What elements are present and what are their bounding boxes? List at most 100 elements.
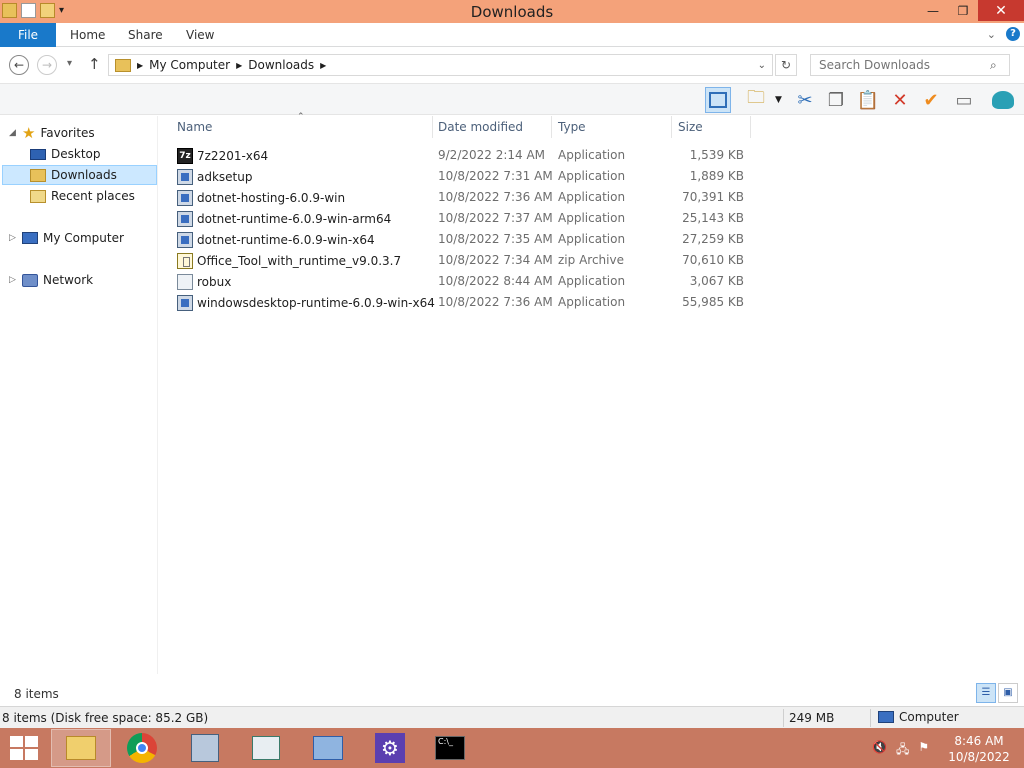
rename-button[interactable]: ✔ [918,87,944,113]
breadcrumb-chevron-icon[interactable]: ▶ [137,61,143,70]
copy-button[interactable]: ❐ [823,87,849,113]
status-divider [870,709,871,727]
large-icons-view-icon: ▣ [1003,687,1013,698]
nav-my-computer[interactable]: ▷ My Computer [9,228,124,248]
recent-locations-icon[interactable]: ▾ [67,58,72,69]
large-icons-view-button[interactable]: ▣ [998,683,1018,703]
clock-time: 8:46 AM [954,734,1004,748]
search-input[interactable] [810,54,1010,76]
refresh-button[interactable]: ↻ [775,54,797,76]
file-explorer-icon [66,736,96,760]
application-icon [177,274,193,290]
clock[interactable]: 8:46 AM 10/8/2022 [944,733,1014,765]
file-row[interactable]: windowsdesktop-runtime-6.0.9-win-x64 10/… [177,292,757,313]
column-divider[interactable] [432,116,433,138]
network-tray-icon[interactable]: 🖧 [896,740,909,761]
taskbar-document-viewer[interactable] [236,729,296,767]
nav-downloads[interactable]: Downloads [2,165,157,185]
back-button[interactable]: ← [9,55,29,75]
column-divider[interactable] [750,116,751,138]
column-header-name[interactable]: Name [177,120,212,134]
taskbar: ⚙ C:\_ 🔇 🖧 ⚑ 8:46 AM 10/8/2022 [0,728,1024,768]
file-row[interactable]: robux 10/8/2022 8:44 AM Application 3,06… [177,271,757,292]
column-divider[interactable] [551,116,552,138]
file-name: robux [197,275,232,289]
window-title: Downloads [470,3,554,21]
nav-my-computer-label: My Computer [43,231,124,245]
file-size: 1,539 KB [689,148,744,162]
folder-options-button[interactable]: 🗀 [743,87,769,113]
address-bar[interactable]: ▶ My Computer ▶ Downloads ▶ ⌄ [108,54,773,76]
file-row[interactable]: adksetup 10/8/2022 7:31 AM Application 1… [177,166,757,187]
taskbar-chrome[interactable] [112,729,172,767]
favorites-star-icon: ★ [22,124,36,142]
address-history-icon[interactable]: ⌄ [758,60,766,71]
maximize-button[interactable]: ❐ [948,0,978,21]
up-arrow-icon[interactable]: ↑ [88,55,101,73]
taskbar-command-prompt[interactable]: C:\_ [420,729,480,767]
start-button[interactable] [10,736,38,760]
delete-button[interactable]: ✕ [887,87,913,113]
status-divider [783,709,784,727]
paste-button[interactable]: 📋 [855,87,881,113]
file-date: 10/8/2022 7:34 AM [438,253,553,267]
column-header-date[interactable]: Date modified [438,120,523,134]
action-center-icon[interactable]: ⚑ [918,740,929,761]
status-bar: 8 items (Disk free space: 85.2 GB) 249 M… [0,706,1024,728]
cut-button[interactable]: ✂ [792,87,818,113]
taskbar-file-explorer[interactable] [51,729,111,767]
file-name: dotnet-hosting-6.0.9-win [197,191,346,205]
nav-recent-places[interactable]: Recent places [30,186,135,206]
breadcrumb-chevron-icon[interactable]: ▶ [320,61,326,70]
preview-pane-button[interactable] [705,87,731,113]
tab-file[interactable]: File [0,23,56,47]
nav-desktop-label: Desktop [51,147,101,161]
tab-view[interactable]: View [186,28,214,42]
file-row[interactable]: dotnet-runtime-6.0.9-win-arm64 10/8/2022… [177,208,757,229]
help-icon[interactable]: ? [1006,27,1020,41]
details-view-button[interactable]: ☰ [976,683,996,703]
collapse-arrow-icon[interactable]: ▷ [9,233,17,243]
file-name: windowsdesktop-runtime-6.0.9-win-x64 [197,296,435,310]
file-row[interactable]: 7z 7z2201-x64 9/2/2022 2:14 AM Applicatio… [177,145,757,166]
close-button[interactable]: ✕ [978,0,1024,21]
remote-desktop-icon [313,736,343,760]
nav-network-label: Network [43,273,94,287]
tab-share[interactable]: Share [128,28,163,42]
file-size: 25,143 KB [682,211,744,225]
minimize-button[interactable]: — [918,0,948,21]
column-header-type[interactable]: Type [558,120,586,134]
search-icon[interactable]: ⌕ [990,58,997,73]
copy-icon: ❐ [827,89,845,111]
shell-button[interactable] [990,87,1016,113]
breadcrumb-chevron-icon[interactable]: ▶ [236,61,242,70]
taskbar-network-installer[interactable] [175,729,235,767]
expand-ribbon-icon[interactable]: ⌄ [987,28,996,41]
column-divider[interactable] [671,116,672,138]
nav-favorites[interactable]: ◢ ★ Favorites [9,123,95,143]
taskbar-remote-desktop[interactable] [298,729,358,767]
installer-icon [177,169,193,185]
taskbar-settings[interactable]: ⚙ [360,729,420,767]
expand-arrow-icon[interactable]: ◢ [9,128,17,138]
nav-desktop[interactable]: Desktop [30,144,101,164]
volume-muted-icon[interactable]: 🔇 [872,740,887,761]
column-header-size[interactable]: Size [678,120,703,134]
network-installer-icon [191,734,219,762]
command-toolbar: 🗀 ▼ ✂ ❐ 📋 ✕ ✔ ▭ [0,83,1024,115]
tab-home[interactable]: Home [70,28,105,42]
breadcrumb-my-computer[interactable]: My Computer [149,58,230,72]
nav-network[interactable]: ▷ Network [9,270,93,290]
back-arrow-icon: ← [13,58,25,72]
breadcrumb-downloads[interactable]: Downloads [248,58,314,72]
folder-options-dropdown-icon[interactable]: ▼ [775,95,782,105]
properties-button[interactable]: ▭ [951,87,977,113]
file-row[interactable]: Office_Tool_with_runtime_v9.0.3.7 10/8/2… [177,250,757,271]
file-row[interactable]: dotnet-runtime-6.0.9-win-x64 10/8/2022 7… [177,229,757,250]
forward-button[interactable]: → [37,55,57,75]
collapse-arrow-icon[interactable]: ▷ [9,275,17,285]
scissors-icon: ✂ [797,89,813,111]
chrome-icon [127,733,157,763]
file-row[interactable]: dotnet-hosting-6.0.9-win 10/8/2022 7:36 … [177,187,757,208]
file-date: 10/8/2022 7:37 AM [438,211,553,225]
